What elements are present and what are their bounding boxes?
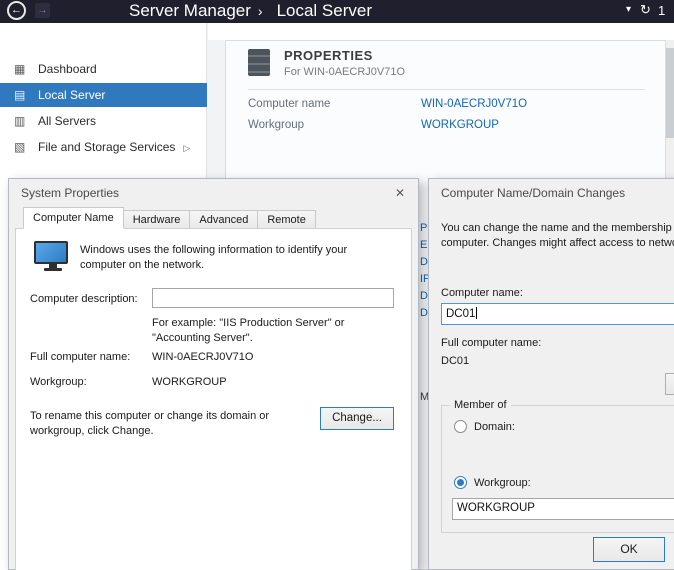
domain-radio[interactable] [454, 420, 467, 433]
more-button-clipped[interactable] [665, 373, 674, 395]
servers-icon [14, 109, 30, 133]
dialog-intro-line1: You can change the name and the membersh… [441, 221, 674, 236]
main-header-strip [208, 23, 674, 40]
workgroup-radio-label[interactable]: Workgroup: [474, 477, 531, 489]
forward-button[interactable] [35, 3, 50, 18]
computer-name-tab-page: Windows uses the following information t… [15, 228, 412, 570]
divider [248, 89, 645, 90]
breadcrumb: Server Manager › Local Server [129, 1, 379, 21]
computer-name-link[interactable]: WIN-0AECRJ0V71O [421, 98, 527, 110]
server-icon [14, 83, 30, 107]
properties-title: PROPERTIES [284, 48, 373, 63]
sidebar-item-label: File and Storage Services [38, 135, 190, 160]
rename-instruction-text: To rename this computer or change its do… [30, 409, 310, 439]
server-manager-window: Server Manager›Local Server 1 Dashboard … [0, 0, 674, 570]
workgroup-label: Workgroup: [30, 376, 87, 388]
dialog-intro-line2: computer. Changes might affect access to… [441, 236, 674, 251]
tab-remote[interactable]: Remote [257, 210, 316, 229]
tab-strip: Computer NameHardwareAdvancedRemote [23, 207, 315, 229]
storage-icon [14, 135, 30, 159]
computer-monitor-icon [34, 241, 72, 275]
name-domain-changes-dialog: Computer Name/Domain Changes You can cha… [428, 178, 674, 570]
clipped-value-fragment: P [420, 222, 427, 234]
sidebar-item-label: All Servers [38, 109, 96, 133]
chevron-right-icon [183, 143, 190, 153]
computer-description-input[interactable] [152, 288, 394, 308]
dashboard-icon [14, 57, 30, 81]
tab-advanced[interactable]: Advanced [189, 210, 258, 229]
workgroup-input[interactable]: WORKGROUP [452, 498, 674, 520]
text-caret [476, 307, 477, 319]
notification-count[interactable]: 1 [658, 3, 665, 18]
clipped-value-fragment: D [420, 290, 428, 302]
tab-computer-name[interactable]: Computer Name [23, 207, 124, 229]
app-title: Server Manager [129, 1, 251, 20]
dialog-title: Computer Name/Domain Changes [441, 186, 625, 200]
property-label: Computer name [248, 98, 330, 110]
workgroup-link[interactable]: WORKGROUP [421, 119, 499, 131]
full-computer-name-value: DC01 [441, 355, 469, 367]
workgroup-radio[interactable] [454, 476, 467, 489]
tab-hardware[interactable]: Hardware [123, 210, 191, 229]
close-icon[interactable] [392, 185, 408, 201]
monitor-base [44, 268, 62, 271]
refresh-icon[interactable] [640, 2, 651, 18]
computer-name-label: Computer name: [441, 287, 523, 299]
example-text: For example: "IIS Production Server" or … [152, 316, 396, 346]
back-button[interactable] [7, 1, 26, 20]
computer-description-label: Computer description: [30, 293, 138, 305]
member-of-label: Member of [450, 399, 511, 411]
intro-text: Windows uses the following information t… [80, 243, 386, 273]
title-bar: Server Manager › Local Server 1 [0, 0, 674, 23]
dialog-title: System Properties [21, 186, 119, 200]
server-tile-icon [248, 49, 270, 76]
sidebar-item-local-server[interactable]: Local Server [0, 83, 207, 107]
clipped-value-fragment: D [420, 307, 428, 319]
system-properties-dialog: System Properties Computer NameHardwareA… [8, 178, 419, 570]
full-computer-name-value: WIN-0AECRJ0V71O [152, 351, 253, 363]
ok-button[interactable]: OK [593, 537, 665, 562]
monitor-screen [34, 241, 68, 264]
clipped-value-fragment: D [420, 256, 428, 268]
sidebar-item-all-servers[interactable]: All Servers [0, 109, 207, 133]
breadcrumb-separator: › [258, 3, 263, 19]
property-label: Workgroup [248, 119, 304, 131]
properties-subtitle: For WIN-0AECRJ0V71O [284, 66, 405, 78]
full-computer-name-label: Full computer name: [441, 337, 541, 349]
change-button[interactable]: Change... [320, 407, 394, 430]
chevron-down-icon[interactable] [626, 4, 631, 15]
full-computer-name-label: Full computer name: [30, 351, 130, 363]
workgroup-value: WORKGROUP [152, 376, 227, 388]
sidebar-item-dashboard[interactable]: Dashboard [0, 57, 207, 81]
breadcrumb-section: Local Server [277, 1, 372, 20]
domain-radio-label[interactable]: Domain: [474, 421, 515, 433]
clipped-value-fragment: E [420, 239, 427, 251]
sidebar-item-label: Dashboard [38, 57, 97, 81]
sidebar-item-label: Local Server [38, 83, 105, 107]
computer-name-input[interactable]: DC01 [441, 303, 674, 325]
member-of-group: Member of Domain: Workgroup: WORKGROUP [441, 405, 674, 533]
scrollbar-thumb[interactable] [666, 48, 674, 138]
sidebar-item-file-storage-services[interactable]: File and Storage Services [0, 135, 207, 159]
